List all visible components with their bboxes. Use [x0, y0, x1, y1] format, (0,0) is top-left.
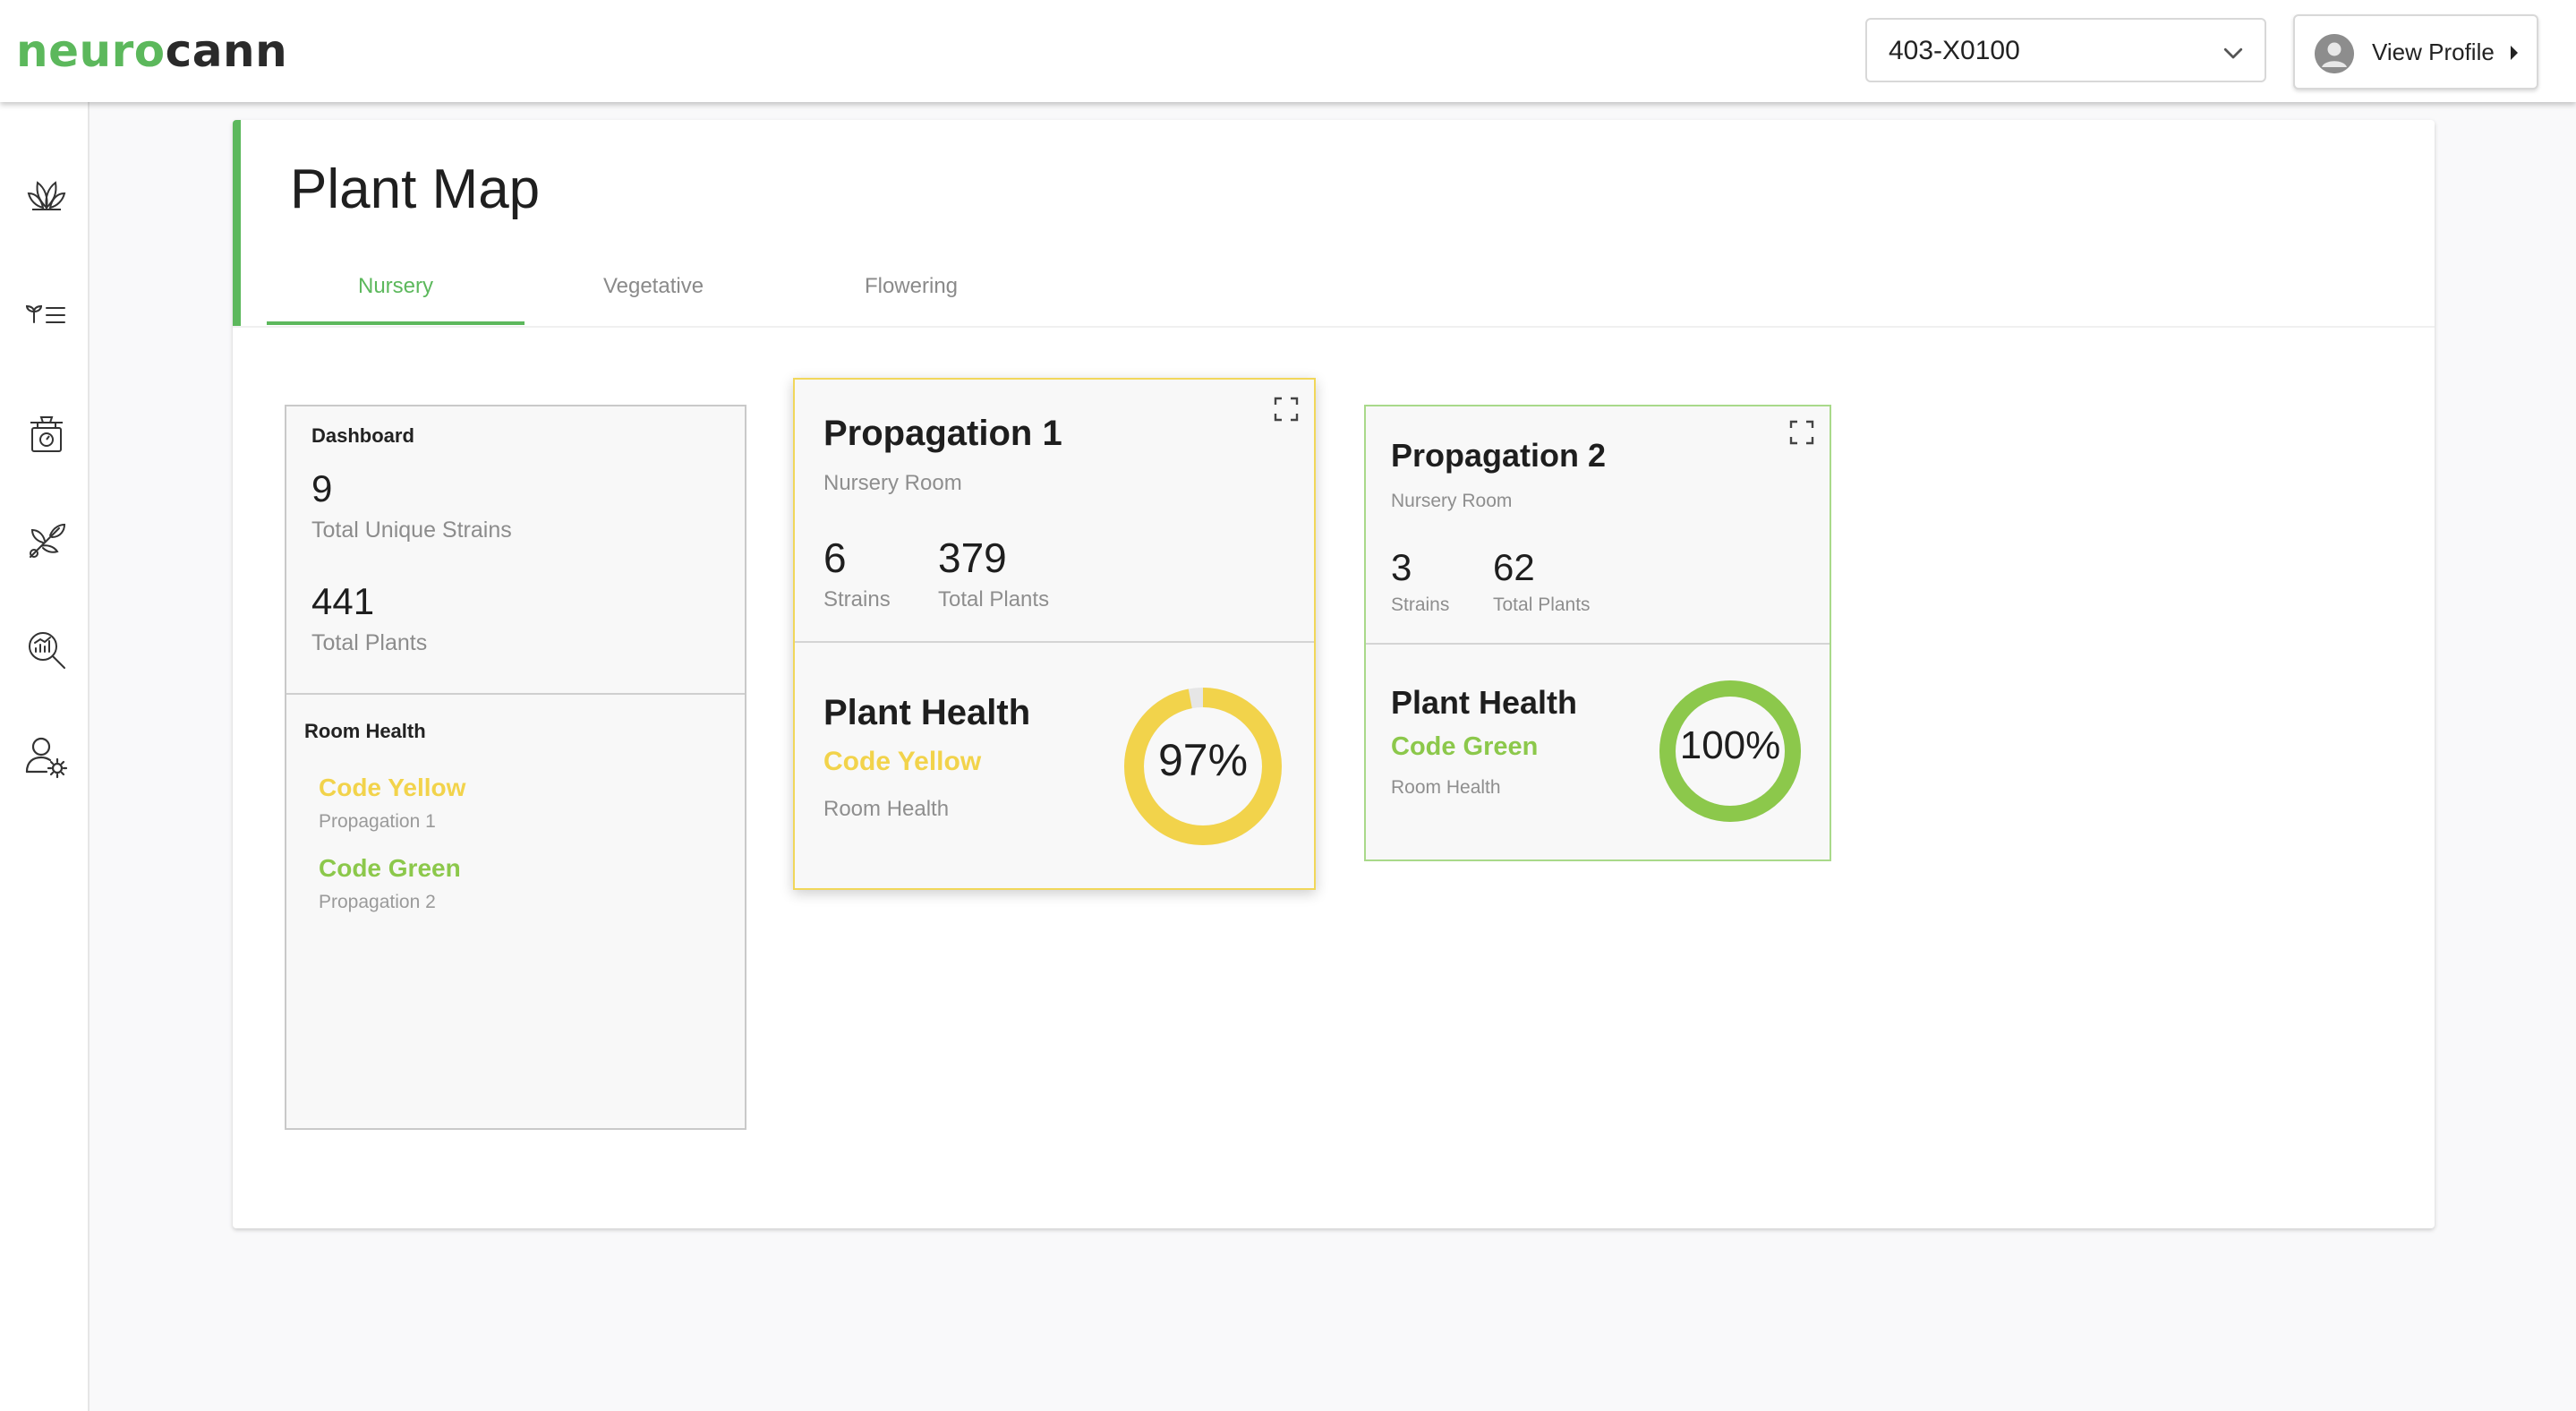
- plants-icon[interactable]: [23, 172, 70, 218]
- room-health-room: Propagation 1: [319, 811, 436, 832]
- chevron-down-icon: [2223, 47, 2243, 59]
- tab-flowering[interactable]: Flowering: [782, 274, 1040, 299]
- total-plants-value: 441: [311, 580, 375, 622]
- room-card-propagation-1[interactable]: Propagation 1 Nursery Room 6 Strains 379…: [793, 378, 1316, 890]
- strains-label: Strains: [823, 587, 891, 611]
- room-health-code: Code Yellow: [319, 774, 466, 801]
- health-code: Code Yellow: [823, 747, 982, 776]
- view-profile-label: View Profile: [2372, 38, 2495, 65]
- plant-map-card: Plant Map Nursery Vegetative Flowering D…: [233, 120, 2435, 1228]
- room-type: Nursery Room: [823, 471, 962, 495]
- room-name: Propagation 1: [823, 414, 1062, 453]
- strains-value: 6: [823, 534, 847, 581]
- analytics-search-icon[interactable]: [23, 627, 70, 673]
- page-title: Plant Map: [290, 158, 541, 220]
- facility-select-value: 403-X0100: [1889, 36, 2020, 65]
- scale-icon[interactable]: [23, 412, 70, 458]
- plant-health-heading: Plant Health: [1391, 684, 1578, 721]
- total-plants-label: Total Plants: [311, 630, 428, 655]
- sidebar: [0, 102, 90, 1411]
- dashboard-heading: Dashboard: [311, 424, 414, 447]
- total-plants-value: 379: [938, 534, 1007, 581]
- unique-strains-value: 9: [311, 467, 333, 509]
- total-plants-label: Total Plants: [1493, 594, 1591, 615]
- user-settings-icon[interactable]: [23, 734, 70, 781]
- health-percent-text: 97%: [1157, 735, 1249, 785]
- active-tab-indicator: [267, 321, 525, 325]
- neurocann-logo[interactable]: neurocann: [16, 25, 287, 77]
- expand-icon[interactable]: [1273, 396, 1300, 423]
- health-donut: 100%: [1659, 680, 1801, 822]
- dashboard-panel: Dashboard 9 Total Unique Strains 441 Tot…: [285, 405, 746, 1130]
- top-bar: neurocann 403-X0100 View Profile: [0, 0, 2576, 102]
- strains-value: 3: [1391, 546, 1412, 588]
- room-health-label: Room Health: [1391, 777, 1501, 798]
- health-percent-text: 100%: [1679, 723, 1781, 767]
- view-profile-button[interactable]: View Profile: [2293, 14, 2538, 90]
- room-health-label: Room Health: [823, 797, 950, 821]
- expand-icon[interactable]: [1788, 419, 1815, 446]
- strains-label: Strains: [1391, 594, 1450, 615]
- unique-strains-label: Total Unique Strains: [311, 517, 512, 543]
- room-health-code: Code Green: [319, 854, 461, 882]
- tab-vegetative[interactable]: Vegetative: [525, 274, 782, 299]
- health-donut: 97%: [1124, 688, 1282, 845]
- strain-list-icon[interactable]: [23, 292, 70, 338]
- room-type: Nursery Room: [1391, 491, 1513, 511]
- card-divider: [795, 641, 1314, 643]
- facility-select[interactable]: 403-X0100: [1865, 18, 2266, 82]
- logo-part-cann: cann: [165, 25, 288, 77]
- avatar-icon: [2315, 34, 2354, 73]
- dashboard-divider: [286, 693, 745, 695]
- harvest-icon[interactable]: [23, 517, 70, 564]
- room-health-room: Propagation 2: [319, 892, 436, 912]
- tab-nursery[interactable]: Nursery: [267, 274, 525, 299]
- logo-part-neuro: neuro: [16, 25, 166, 77]
- health-code: Code Green: [1391, 732, 1539, 761]
- room-card-propagation-2[interactable]: Propagation 2 Nursery Room 3 Strains 62 …: [1364, 405, 1831, 861]
- accent-bar: [233, 120, 241, 326]
- room-name: Propagation 2: [1391, 437, 1607, 474]
- plant-health-heading: Plant Health: [823, 693, 1031, 732]
- total-plants-value: 62: [1493, 546, 1535, 588]
- caret-right-icon: [2511, 46, 2518, 60]
- tabs-divider: [233, 326, 2435, 328]
- room-health-heading: Room Health: [304, 720, 426, 742]
- card-divider: [1366, 643, 1830, 645]
- total-plants-label: Total Plants: [938, 587, 1050, 611]
